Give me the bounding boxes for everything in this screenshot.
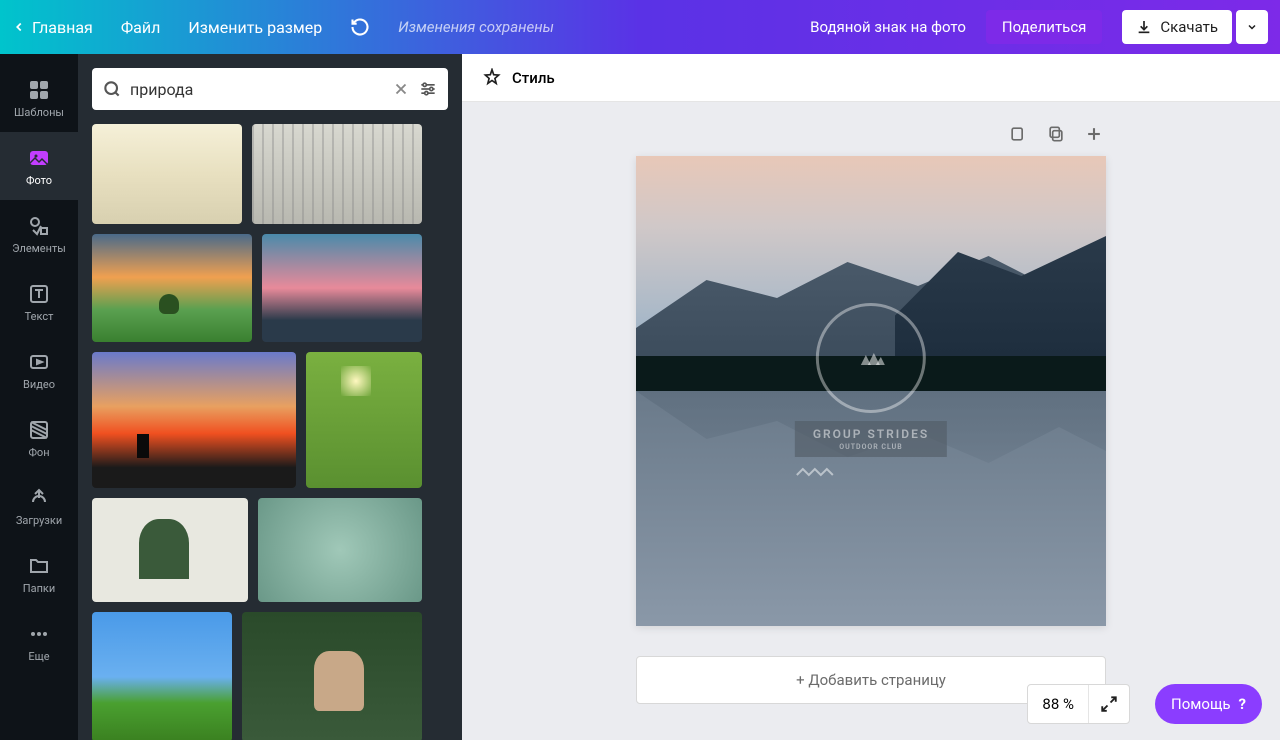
more-icon: [27, 622, 51, 646]
sidebar-item-video[interactable]: Видео: [0, 336, 78, 404]
sidebar-item-photo[interactable]: Фото: [0, 132, 78, 200]
duplicate-page-icon[interactable]: [1006, 122, 1030, 146]
sidebar-item-more[interactable]: Еще: [0, 608, 78, 676]
style-toolbar: Стиль: [462, 54, 1280, 102]
sidebar-item-elements[interactable]: Элементы: [0, 200, 78, 268]
photo-thumb[interactable]: [92, 234, 252, 342]
photo-thumb[interactable]: [92, 124, 242, 224]
sidebar-item-templates[interactable]: Шаблоны: [0, 64, 78, 132]
sidebar-label: Еще: [28, 650, 49, 663]
templates-icon: [27, 78, 51, 102]
help-button[interactable]: Помощь ?: [1155, 684, 1262, 724]
page-tools: [636, 122, 1106, 146]
photo-results: [78, 124, 462, 740]
file-menu[interactable]: Файл: [121, 18, 161, 37]
sidebar-label: Шаблоны: [14, 106, 64, 119]
photo-thumb[interactable]: [252, 124, 422, 224]
zoom-value[interactable]: 88 %: [1028, 685, 1089, 723]
filter-icon[interactable]: [418, 79, 438, 99]
sidebar-label: Фон: [28, 446, 49, 459]
elements-icon: [27, 214, 51, 238]
folder-icon: [27, 554, 51, 578]
sidebar-item-folders[interactable]: Папки: [0, 540, 78, 608]
watermark-subtitle: OUTDOOR CLUB: [813, 443, 929, 451]
watermark-title: GROUP STRIDES: [813, 427, 929, 441]
video-icon: [27, 350, 51, 374]
top-bar: Главная Файл Изменить размер Изменения с…: [0, 0, 1280, 54]
sidebar-label: Папки: [23, 582, 55, 595]
sidebar-label: Текст: [25, 310, 54, 323]
help-q: ?: [1239, 695, 1246, 713]
add-page-icon[interactable]: [1082, 122, 1106, 146]
design-page[interactable]: GROUP STRIDES OUTDOOR CLUB: [636, 156, 1106, 626]
zoom-control: 88 %: [1027, 684, 1130, 724]
clear-search-icon[interactable]: [392, 80, 410, 98]
photo-thumb[interactable]: [92, 612, 232, 740]
photo-icon: [27, 146, 51, 170]
sidebar-item-background[interactable]: Фон: [0, 404, 78, 472]
canvas-area: Стиль GROUP STRIDES: [462, 54, 1280, 740]
save-status: Изменения сохранены: [398, 18, 554, 36]
sidebar-label: Фото: [26, 174, 52, 187]
sidebar-item-uploads[interactable]: Загрузки: [0, 472, 78, 540]
photo-thumb[interactable]: [92, 352, 296, 488]
sidebar-label: Загрузки: [16, 514, 62, 527]
watermark-link[interactable]: Водяной знак на фото: [810, 18, 966, 36]
style-label[interactable]: Стиль: [512, 69, 555, 87]
home-label: Главная: [32, 18, 93, 37]
watermark: GROUP STRIDES OUTDOOR CLUB: [795, 303, 947, 479]
home-link[interactable]: Главная: [12, 18, 93, 37]
download-caret[interactable]: [1236, 10, 1268, 44]
resize-menu[interactable]: Изменить размер: [188, 18, 322, 37]
chevron-left-icon: [12, 20, 26, 34]
undo-button[interactable]: [350, 17, 370, 37]
style-icon[interactable]: [482, 68, 502, 88]
text-icon: [27, 282, 51, 306]
sidebar: Шаблоны Фото Элементы Текст Видео Фон За…: [0, 54, 78, 740]
upload-icon: [27, 486, 51, 510]
search-input[interactable]: [130, 80, 384, 99]
photo-thumb[interactable]: [306, 352, 422, 488]
background-icon: [27, 418, 51, 442]
help-label: Помощь: [1171, 695, 1231, 713]
photo-thumb[interactable]: [258, 498, 422, 602]
download-button[interactable]: Скачать: [1122, 10, 1232, 44]
search-icon: [102, 79, 122, 99]
photo-thumb[interactable]: [242, 612, 422, 740]
sidebar-item-text[interactable]: Текст: [0, 268, 78, 336]
download-label: Скачать: [1160, 18, 1218, 36]
download-icon: [1136, 19, 1152, 35]
photo-panel: [78, 54, 462, 740]
photo-thumb[interactable]: [92, 498, 248, 602]
copy-page-icon[interactable]: [1044, 122, 1068, 146]
sidebar-label: Видео: [23, 378, 55, 391]
photo-thumb[interactable]: [262, 234, 422, 342]
fullscreen-icon[interactable]: [1089, 685, 1129, 723]
share-button[interactable]: Поделиться: [986, 10, 1103, 44]
search-box: [92, 68, 448, 110]
sidebar-label: Элементы: [12, 242, 66, 255]
